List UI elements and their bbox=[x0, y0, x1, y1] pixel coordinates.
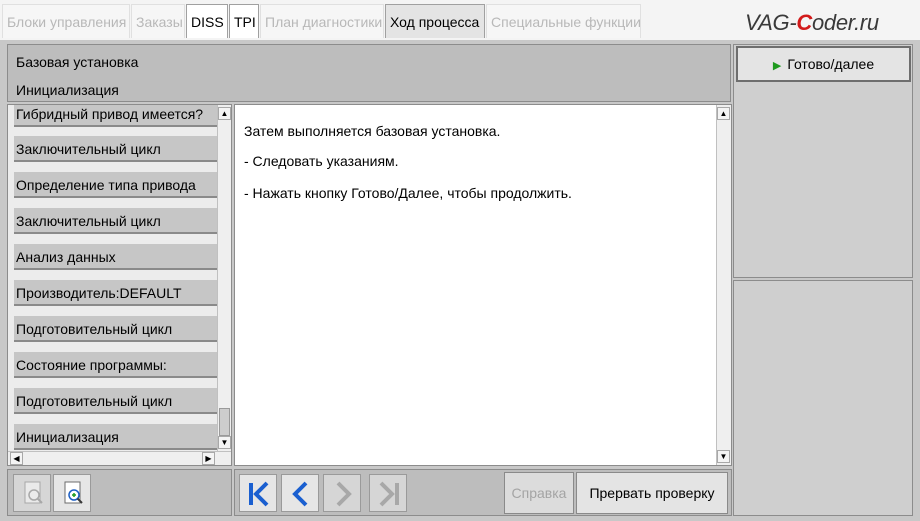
scroll-down-arrow-icon[interactable]: ▼ bbox=[717, 450, 730, 463]
zoom-in-button[interactable] bbox=[53, 474, 91, 512]
skip-last-icon bbox=[379, 481, 399, 507]
info-panel bbox=[733, 280, 913, 516]
scroll-left-arrow-icon[interactable]: ◀ bbox=[10, 452, 23, 465]
list-item[interactable]: Инициализация bbox=[14, 424, 219, 450]
tab-tpi[interactable]: TPI bbox=[229, 4, 259, 38]
list-item[interactable]: Подготовительный цикл bbox=[14, 388, 219, 414]
scroll-up-arrow-icon[interactable]: ▲ bbox=[218, 107, 231, 120]
step-list: Гибридный привод имеется? Заключительный… bbox=[7, 104, 232, 466]
chevron-right-icon bbox=[336, 481, 352, 507]
tab-control-units[interactable]: Блоки управления bbox=[2, 4, 130, 38]
list-item[interactable]: Производитель:DEFAULT bbox=[14, 280, 219, 306]
instruction-line: - Нажать кнопку Готово/Далее, чтобы прод… bbox=[244, 185, 572, 201]
tab-orders[interactable]: Заказы bbox=[131, 4, 185, 38]
procedure-header: Базовая установка Инициализация bbox=[7, 44, 731, 102]
list-item[interactable]: Гибридный привод имеется? bbox=[14, 105, 219, 127]
procedure-subtitle: Инициализация bbox=[16, 82, 119, 98]
scroll-down-arrow-icon[interactable]: ▼ bbox=[218, 436, 231, 449]
last-step-button[interactable] bbox=[369, 474, 407, 512]
scroll-thumb[interactable] bbox=[219, 408, 230, 436]
instruction-line: Затем выполняется базовая установка. bbox=[244, 123, 501, 139]
procedure-title: Базовая установка bbox=[16, 54, 139, 70]
skip-first-icon bbox=[249, 481, 269, 507]
scroll-right-arrow-icon[interactable]: ▶ bbox=[202, 452, 215, 465]
list-item[interactable]: Состояние программы: bbox=[14, 352, 219, 378]
abort-test-button[interactable]: Прервать проверку bbox=[576, 472, 728, 514]
list-item[interactable]: Анализ данных bbox=[14, 244, 219, 270]
previous-step-button[interactable] bbox=[281, 474, 319, 512]
list-item[interactable]: Определение типа привода bbox=[14, 172, 219, 198]
tab-diss[interactable]: DISS bbox=[186, 4, 228, 38]
tab-bar: Блоки управления Заказы DISS TPI План ди… bbox=[0, 0, 920, 40]
ready-next-button[interactable]: ▶ Готово/далее bbox=[736, 46, 911, 82]
instruction-panel: Затем выполняется базовая установка. - С… bbox=[234, 104, 732, 466]
list-item[interactable]: Подготовительный цикл bbox=[14, 316, 219, 342]
chevron-left-icon bbox=[292, 481, 308, 507]
step-list-vscrollbar[interactable]: ▲ ▼ bbox=[217, 105, 231, 451]
zoom-toolbar bbox=[7, 469, 232, 516]
first-step-button[interactable] bbox=[239, 474, 277, 512]
help-button[interactable]: Справка bbox=[504, 472, 574, 514]
list-item[interactable]: Заключительный цикл bbox=[14, 136, 219, 162]
navigation-toolbar: Справка Прервать проверку bbox=[234, 469, 732, 516]
play-icon: ▶ bbox=[772, 60, 782, 72]
zoom-in-icon bbox=[64, 481, 83, 504]
scroll-up-arrow-icon[interactable]: ▲ bbox=[717, 107, 730, 120]
instruction-line: - Следовать указаниям. bbox=[244, 153, 399, 169]
list-item[interactable]: Заключительный цикл bbox=[14, 208, 219, 234]
next-step-button[interactable] bbox=[323, 474, 361, 512]
zoom-out-icon bbox=[24, 481, 43, 504]
tab-diagnostic-plan[interactable]: План диагностики bbox=[260, 4, 384, 38]
step-list-hscrollbar[interactable]: ◀ ▶ bbox=[8, 451, 231, 465]
zoom-out-button[interactable] bbox=[13, 474, 51, 512]
tab-special-functions[interactable]: Специальные функции bbox=[486, 4, 641, 38]
tab-process-progress[interactable]: Ход процесса bbox=[385, 4, 485, 38]
watermark-logo: VAG-Coder.ru bbox=[745, 10, 879, 35]
instruction-vscrollbar[interactable]: ▲ ▼ bbox=[716, 105, 731, 465]
